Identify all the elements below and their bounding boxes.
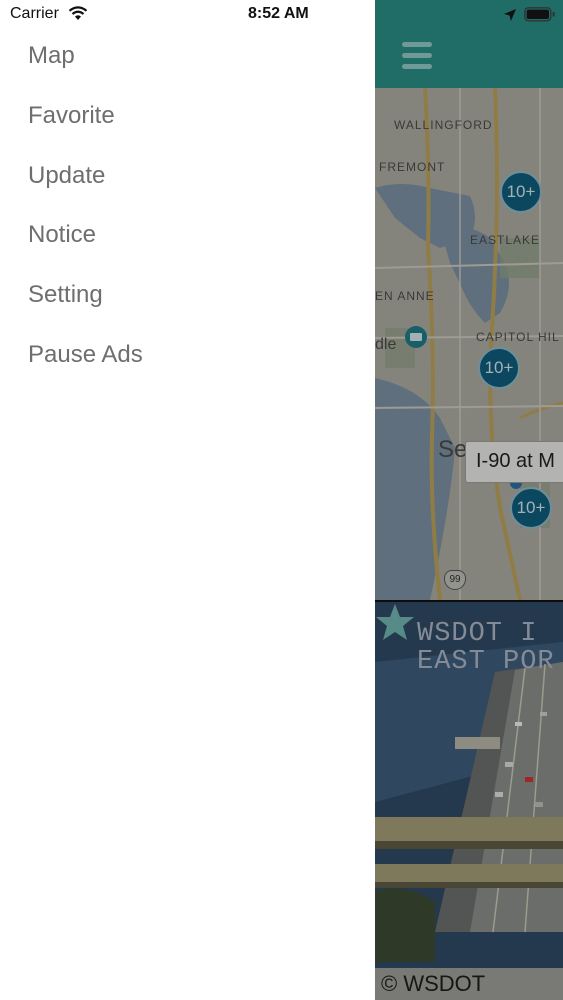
menu-item-map[interactable]: Map <box>0 28 375 88</box>
side-drawer: Map Favorite Update Notice Setting Pause… <box>0 0 375 1000</box>
menu-item-setting[interactable]: Setting <box>0 267 375 327</box>
camera-credit: © WSDOT <box>375 968 563 1000</box>
screen: WALLINGFORD FREMONT EASTLAKE EN ANNE CAP… <box>0 0 563 1000</box>
menu-item-update[interactable]: Update <box>0 148 375 208</box>
drawer-menu: Map Favorite Update Notice Setting Pause… <box>0 28 375 387</box>
status-time: 8:52 AM <box>248 5 309 22</box>
cluster-marker[interactable]: 10+ <box>510 487 552 529</box>
camera-title: WSDOT I EAST POR <box>417 619 555 677</box>
carrier-label: Carrier <box>10 5 59 22</box>
battery-icon <box>524 7 555 22</box>
map-label-fremont: FREMONT <box>379 160 446 174</box>
map-label-wallingford: WALLINGFORD <box>394 118 493 132</box>
map-label-city: Se <box>438 436 468 463</box>
map-label-capitol-hill: CAPITOL HIL <box>476 330 560 344</box>
star-icon[interactable] <box>375 602 415 642</box>
cluster-marker[interactable]: 10+ <box>478 347 520 389</box>
wifi-icon <box>68 6 88 20</box>
cluster-marker[interactable]: 10+ <box>500 171 542 213</box>
location-arrow-icon <box>504 9 516 21</box>
camera-image[interactable]: WSDOT I EAST POR © WSDOT <box>375 600 563 1000</box>
map-label-queen-anne: EN ANNE <box>375 289 435 303</box>
map-label-eastlake: EASTLAKE <box>470 233 541 247</box>
status-bar: Carrier 8:52 AM <box>0 0 563 30</box>
hamburger-menu-icon[interactable] <box>402 42 432 70</box>
menu-item-notice[interactable]: Notice <box>0 207 375 267</box>
map-label-park: dle <box>375 336 397 353</box>
menu-item-pause-ads[interactable]: Pause Ads <box>0 327 375 387</box>
menu-item-favorite[interactable]: Favorite <box>0 88 375 148</box>
camera-callout[interactable]: I-90 at M <box>465 441 563 483</box>
